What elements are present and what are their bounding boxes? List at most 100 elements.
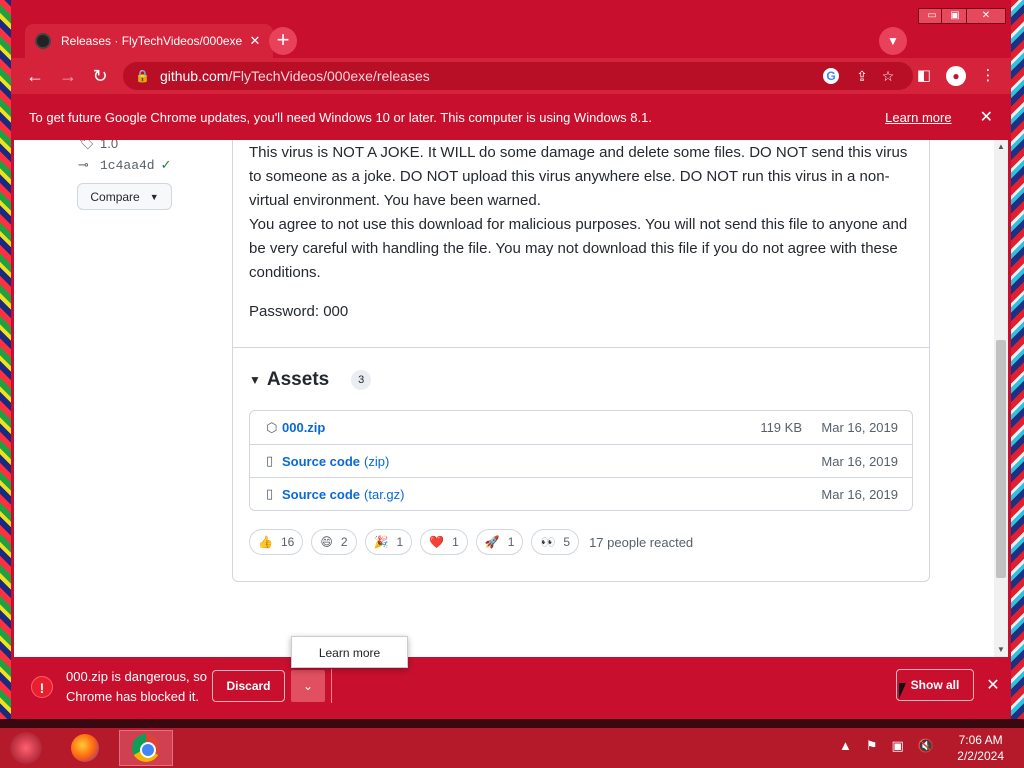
thumbs-up-icon: 👍 bbox=[258, 535, 273, 549]
asset-date: Mar 16, 2019 bbox=[821, 453, 898, 469]
title-bar: Releases · FlyTechVideos/000exe ✕ + ▼ ▭ … bbox=[11, 0, 1011, 58]
tag-icon: 🏷 bbox=[78, 140, 95, 150]
reaction-laugh[interactable]: 😄 2 bbox=[311, 529, 357, 555]
start-button[interactable] bbox=[10, 732, 42, 764]
bookmark-star-icon[interactable]: ☆ bbox=[875, 68, 901, 85]
reaction-rocket[interactable]: 🚀 1 bbox=[475, 529, 524, 555]
asset-row[interactable]: ▯ Source code (zip) Mar 16, 2019 bbox=[250, 444, 912, 477]
tray-expand-icon[interactable]: ▲ bbox=[839, 738, 852, 754]
taskbar: ▲ ⚑ ▣ 🔇 7:06 AM 2/2/2024 bbox=[0, 728, 1024, 768]
file-zip-icon: ▯ bbox=[266, 453, 274, 468]
menu-kebab-icon[interactable]: ⋮ bbox=[976, 64, 1000, 88]
github-icon bbox=[35, 33, 51, 49]
page-content: 🏷 1.0 ⊸ 1c4aa4d ✓ Compare ▼ This virus is… bbox=[14, 140, 1008, 657]
release-password: Password: 000 bbox=[249, 303, 349, 320]
release-card: This virus is NOT A JOKE. It WILL do som… bbox=[232, 140, 930, 582]
release-terms-paragraph: You agree to not use this download for m… bbox=[249, 216, 908, 281]
reaction-eyes[interactable]: 👀 5 bbox=[531, 529, 580, 555]
asset-name-link[interactable]: Source code bbox=[282, 487, 360, 502]
update-infobar: To get future Google Chrome updates, you… bbox=[11, 94, 1011, 140]
network-icon[interactable]: ▣ bbox=[892, 738, 904, 754]
url-text: github.com/FlyTechVideos/000exe/releases bbox=[159, 68, 430, 84]
asset-row[interactable]: ⬡ 000.zip 119 KB Mar 16, 2019 bbox=[250, 411, 912, 444]
lock-icon: 🔒 bbox=[135, 69, 150, 83]
expand-triangle-icon: ▼ bbox=[249, 373, 261, 387]
download-bar-close-icon[interactable]: ✕ bbox=[984, 675, 1002, 695]
tab-search-icon[interactable]: ▼ bbox=[879, 27, 907, 55]
release-tag[interactable]: 1.0 bbox=[100, 140, 118, 151]
asset-row[interactable]: ▯ Source code (tar.gz) Mar 16, 2019 bbox=[250, 477, 912, 510]
commit-icon: ⊸ bbox=[78, 157, 89, 172]
assets-header[interactable]: ▼ Assets 3 bbox=[249, 369, 372, 391]
asset-format[interactable]: (tar.gz) bbox=[364, 487, 404, 502]
asset-format[interactable]: (zip) bbox=[364, 454, 389, 469]
infobar-learn-more-link[interactable]: Learn more bbox=[885, 110, 951, 125]
eyes-icon: 👀 bbox=[540, 535, 556, 549]
assets-list: ⬡ 000.zip 119 KB Mar 16, 2019 ▯ Source c… bbox=[249, 410, 913, 511]
discard-button[interactable]: Discard bbox=[212, 670, 285, 702]
back-arrow-icon[interactable]: ← bbox=[23, 64, 47, 88]
verified-check-icon: ✓ bbox=[160, 157, 172, 172]
profile-avatar-icon[interactable]: ● bbox=[944, 64, 968, 88]
desktop-wallpaper-right bbox=[1010, 0, 1024, 720]
assets-title: Assets bbox=[266, 369, 330, 390]
new-tab-button[interactable]: + bbox=[269, 27, 297, 55]
package-icon: ⬡ bbox=[266, 419, 278, 435]
caret-down-icon: ▼ bbox=[149, 191, 159, 202]
compare-button[interactable]: Compare ▼ bbox=[77, 183, 172, 210]
divider bbox=[331, 669, 332, 703]
side-panel-icon[interactable]: ◧ bbox=[912, 64, 936, 88]
asset-size: 119 KB bbox=[760, 420, 802, 435]
reload-icon[interactable]: ↻ bbox=[88, 64, 112, 88]
reaction-heart[interactable]: ❤️ 1 bbox=[420, 529, 468, 555]
tab-releases[interactable]: Releases · FlyTechVideos/000exe ✕ bbox=[25, 24, 273, 58]
scroll-down-icon: ▼ bbox=[997, 645, 1005, 654]
forward-arrow-icon[interactable]: → bbox=[56, 64, 80, 88]
volume-muted-icon[interactable]: 🔇 bbox=[918, 738, 934, 754]
asset-date: Mar 16, 2019 bbox=[821, 486, 898, 502]
danger-warning-icon: ! bbox=[31, 676, 53, 698]
system-tray: ▲ ⚑ ▣ 🔇 bbox=[839, 738, 934, 754]
desktop-strip bbox=[0, 719, 1024, 728]
learn-more-menu-item[interactable]: Learn more bbox=[291, 636, 408, 668]
address-bar[interactable]: 🔒 github.com/FlyTechVideos/000exe/releas… bbox=[123, 62, 913, 90]
release-sidebar-meta: 🏷 1.0 ⊸ 1c4aa4d ✓ bbox=[78, 140, 172, 176]
asset-name-link[interactable]: 000.zip bbox=[282, 420, 325, 435]
asset-date: Mar 16, 2019 bbox=[821, 420, 898, 435]
release-warning-paragraph: This virus is NOT A JOKE. It WILL do som… bbox=[249, 144, 908, 209]
reacted-summary: 17 people reacted bbox=[589, 534, 694, 550]
file-zip-icon: ▯ bbox=[266, 486, 274, 501]
heart-icon: ❤️ bbox=[429, 535, 445, 549]
rocket-icon: 🚀 bbox=[484, 535, 500, 549]
infobar-close-icon[interactable]: ✕ bbox=[980, 107, 993, 127]
firefox-icon bbox=[71, 734, 99, 762]
toolbar: ← → ↻ 🔒 github.com/FlyTechVideos/000exe/… bbox=[11, 58, 1011, 94]
scroll-up-icon: ▲ bbox=[997, 142, 1005, 151]
download-options-chevron-icon[interactable]: ⌄ bbox=[291, 670, 325, 702]
asset-name-link[interactable]: Source code bbox=[282, 454, 360, 469]
scrollbar-thumb bbox=[996, 340, 1006, 578]
tab-close-icon[interactable]: ✕ bbox=[247, 33, 263, 49]
reaction-hooray[interactable]: 🎉 1 bbox=[364, 529, 413, 555]
assets-count-badge: 3 bbox=[351, 370, 372, 390]
clock-date: 2/2/2024 bbox=[957, 749, 1004, 763]
release-description: This virus is NOT A JOKE. It WILL do som… bbox=[249, 141, 919, 285]
download-warning-text: 000.zip is dangerous, so Chrome has bloc… bbox=[66, 669, 207, 704]
taskbar-chrome[interactable] bbox=[119, 730, 173, 766]
commit-hash[interactable]: 1c4aa4d bbox=[100, 158, 155, 173]
laugh-icon: 😄 bbox=[320, 535, 333, 549]
party-icon: 🎉 bbox=[373, 535, 389, 549]
close-window-button[interactable]: ✕ bbox=[966, 8, 1006, 24]
taskbar-firefox[interactable] bbox=[58, 730, 112, 766]
restore-button[interactable]: ▣ bbox=[941, 8, 969, 24]
clock[interactable]: 7:06 AM 2/2/2024 bbox=[957, 732, 1004, 764]
action-center-flag-icon[interactable]: ⚑ bbox=[866, 738, 878, 754]
clock-time: 7:06 AM bbox=[958, 733, 1003, 747]
vertical-scrollbar[interactable]: ▲ ▼ bbox=[994, 140, 1008, 657]
infobar-message: To get future Google Chrome updates, you… bbox=[29, 109, 652, 125]
share-icon[interactable]: ⇪ bbox=[849, 68, 875, 85]
mouse-pointer-icon bbox=[899, 683, 911, 699]
chrome-window: Releases · FlyTechVideos/000exe ✕ + ▼ ▭ … bbox=[11, 0, 1011, 719]
reaction-thumbs-up[interactable]: 👍 16 bbox=[249, 529, 304, 555]
google-lens-icon[interactable]: G bbox=[823, 68, 839, 84]
